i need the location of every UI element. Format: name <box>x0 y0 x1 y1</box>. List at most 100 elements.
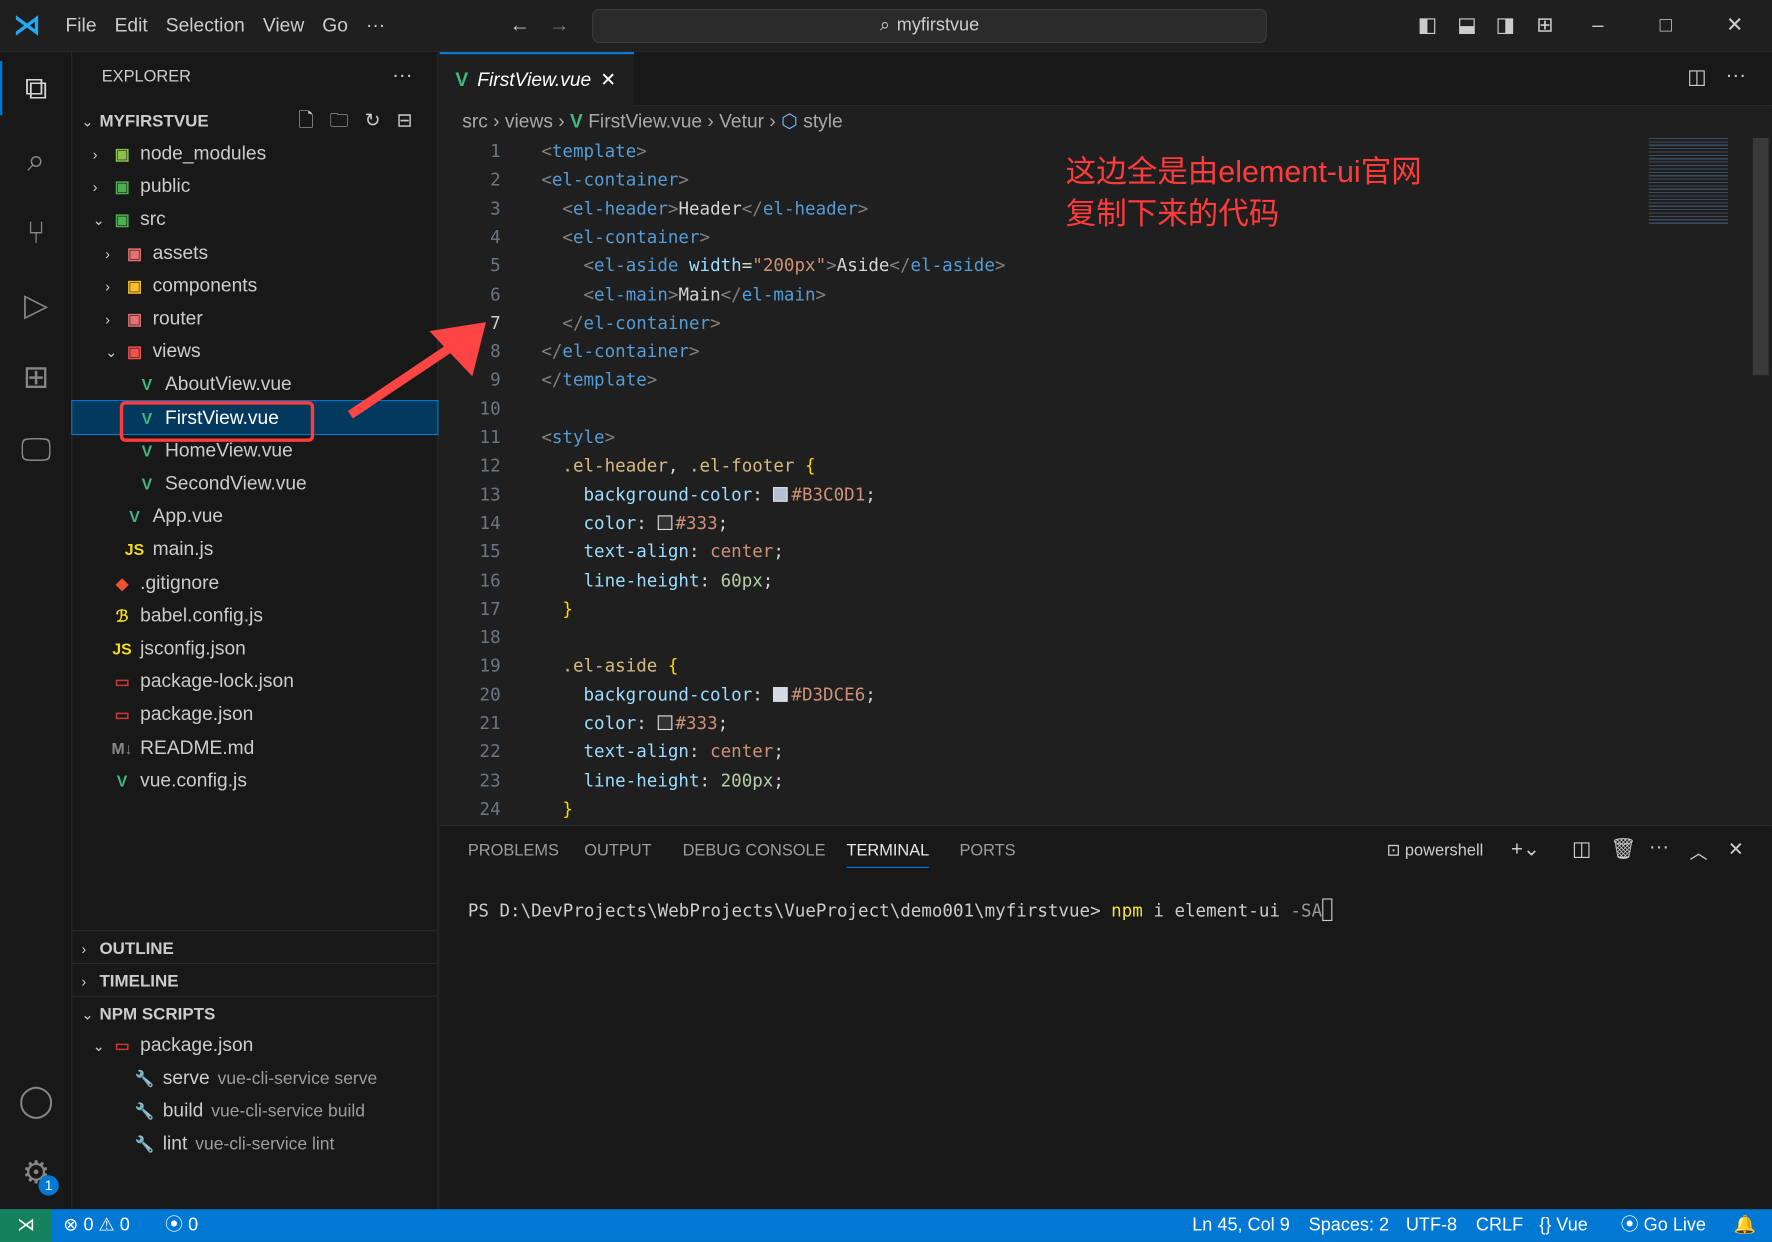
line-ending[interactable]: CRLF <box>1476 1209 1523 1242</box>
code-line: <template> <box>541 138 646 167</box>
npm-scripts-section[interactable]: ⌄ NPM SCRIPTS <box>72 995 438 1029</box>
code-token: el-aside <box>910 255 995 276</box>
accounts-icon[interactable]: ◯ <box>16 1080 57 1121</box>
tab-problems[interactable]: PROBLEMS <box>468 842 559 860</box>
outline-section[interactable]: › OUTLINE <box>72 930 438 963</box>
tab-ports[interactable]: PORTS <box>959 842 1015 860</box>
minimize-icon[interactable]: – <box>1587 14 1610 37</box>
menu-view[interactable]: View <box>254 14 313 37</box>
tab-firstview-vue[interactable]: V FirstView.vue ✕ <box>439 51 634 107</box>
run-debug-icon[interactable]: ▷ <box>16 285 57 326</box>
toggle-panel-icon[interactable]: ⬓ <box>1456 14 1479 37</box>
toggle-sidebar-icon[interactable]: ◧ <box>1416 14 1439 37</box>
tree-item[interactable]: M↓ README.md <box>72 731 437 764</box>
terminal-command: npm <box>1111 900 1143 922</box>
shell-label: powershell <box>1404 841 1484 861</box>
maximize-icon[interactable]: □ <box>1654 14 1677 37</box>
tree-item[interactable]: V App.vue <box>72 500 437 533</box>
notifications-bell-icon[interactable]: 🔔 <box>1734 1209 1757 1242</box>
color-swatch[interactable] <box>773 486 789 502</box>
npm-package-json[interactable]: ⌄ ▭ package.json <box>72 1028 437 1061</box>
split-terminal-icon[interactable]: ◫ <box>1572 837 1591 861</box>
color-swatch[interactable] <box>657 515 673 530</box>
kill-terminal-icon[interactable]: 🗑 <box>1610 837 1636 861</box>
menu-edit[interactable]: Edit <box>106 14 157 37</box>
tab-debug-console[interactable]: DEBUG CONSOLE <box>683 842 826 860</box>
wrench-icon: 🔧 <box>134 1069 155 1088</box>
tree-item[interactable]: V SecondView.vue <box>72 467 437 500</box>
tab-output[interactable]: OUTPUT <box>584 842 651 860</box>
breadcrumb-style[interactable]: style <box>803 111 843 132</box>
tree-item[interactable]: ▭ package.json <box>72 698 437 731</box>
tree-item[interactable]: › ▣ components <box>72 269 437 302</box>
forward-arrow-icon[interactable]: → <box>548 14 571 37</box>
close-panel-icon[interactable]: ✕ <box>1728 839 1744 862</box>
npm-script-item[interactable]: 🔧 build vue-cli-service build <box>72 1094 437 1127</box>
close-window-icon[interactable]: ✕ <box>1723 14 1746 37</box>
tree-item[interactable]: ⌄ ▣ src <box>72 203 437 236</box>
problems-status[interactable]: ⊗ 0 ⚠ 0 <box>63 1209 130 1242</box>
tree-item[interactable]: ℬbabel.config.js <box>72 599 437 632</box>
language-mode[interactable]: {} Vue <box>1539 1209 1588 1242</box>
menu-selection[interactable]: Selection <box>157 14 254 37</box>
tab-terminal[interactable]: TERMINAL <box>846 842 930 868</box>
line-number: 1 <box>490 141 501 162</box>
tree-item[interactable]: JS jsconfig.json <box>72 632 437 665</box>
breadcrumb-views[interactable]: views <box>505 111 553 132</box>
search-icon[interactable]: ⌕ <box>16 140 57 181</box>
split-editor-icon[interactable]: ◫ <box>1687 66 1706 90</box>
panel-more-icon[interactable]: ··· <box>1649 835 1669 859</box>
color-swatch[interactable] <box>773 686 789 702</box>
tree-item[interactable]: › ▣ public <box>72 170 437 203</box>
extensions-icon[interactable]: ⊞ <box>16 357 57 398</box>
editor-scrollbar[interactable] <box>1752 137 1769 376</box>
menu-file[interactable]: File <box>57 14 106 37</box>
npm-script-item[interactable]: 🔧 lint vue-cli-service lint <box>72 1127 437 1160</box>
code-line: </el-container> <box>541 338 699 367</box>
tree-item[interactable]: › ▣ node_modules <box>72 137 437 170</box>
terminal-shell-selector[interactable]: ⊡ powershell <box>1387 842 1484 860</box>
cursor-position[interactable]: Ln 45, Col 9 <box>1192 1209 1290 1242</box>
command-center-search[interactable]: ⌕ myfirstvue <box>592 9 1267 43</box>
more-actions-icon[interactable]: ··· <box>392 63 412 87</box>
editor-more-icon[interactable]: ··· <box>1726 63 1746 87</box>
remote-explorer-icon[interactable]: 🖵 <box>16 429 57 470</box>
code-token: > <box>994 255 1006 276</box>
explorer-icon[interactable]: ⧉ <box>16 68 57 109</box>
go-live-button[interactable]: ⦿ Go Live <box>1621 1209 1706 1242</box>
breadcrumb-vetur[interactable]: Vetur <box>719 111 764 132</box>
workspace-root[interactable]: ⌄ MYFIRSTVUE 🗋🗀↻⊟ <box>72 104 437 137</box>
new-terminal-icon[interactable]: +⌄ <box>1511 837 1540 861</box>
menu-go[interactable]: Go <box>313 14 357 37</box>
tree-item[interactable]: ◆ .gitignore <box>72 566 437 599</box>
code-token: : <box>752 484 774 505</box>
annotation-text: 这边全是由element-ui官网 复制下来的代码 <box>1066 151 1422 235</box>
timeline-section[interactable]: › TIMELINE <box>72 962 438 996</box>
breadcrumb-src[interactable]: src <box>462 111 488 132</box>
tree-item[interactable]: JS main.js <box>72 533 437 566</box>
remote-indicator-icon[interactable]: ⋊ <box>0 1209 52 1242</box>
maximize-panel-icon[interactable]: ︿ <box>1689 837 1707 864</box>
source-control-icon[interactable]: ⑂ <box>16 212 57 253</box>
customize-layout-icon[interactable]: ⊞ <box>1534 14 1557 37</box>
toggle-secondary-sidebar-icon[interactable]: ◨ <box>1494 14 1517 37</box>
tree-item[interactable]: › ▣ assets <box>72 236 437 269</box>
npm-script-item[interactable]: 🔧 serve vue-cli-service serve <box>72 1061 437 1094</box>
line-number: 13 <box>479 484 501 505</box>
explorer-actions-icons[interactable]: 🗋🗀↻⊟ <box>298 104 428 137</box>
ports-status[interactable]: ⦿ 0 <box>165 1209 198 1242</box>
terminal-output[interactable]: PS D:\DevProjects\WebProjects\VueProject… <box>468 898 1333 922</box>
indentation[interactable]: Spaces: 2 <box>1309 1209 1389 1242</box>
breadcrumb-file[interactable]: FirstView.vue <box>588 111 702 132</box>
menu-more[interactable]: ··· <box>357 14 394 37</box>
color-swatch[interactable] <box>657 715 673 731</box>
close-tab-icon[interactable]: ✕ <box>600 69 616 92</box>
encoding[interactable]: UTF-8 <box>1406 1209 1457 1242</box>
tree-item[interactable]: ▭ package-lock.json <box>72 665 437 698</box>
minimap[interactable] <box>1648 135 1728 227</box>
back-arrow-icon[interactable]: ← <box>509 14 532 37</box>
tree-item[interactable]: Vvue.config.js <box>72 764 437 797</box>
